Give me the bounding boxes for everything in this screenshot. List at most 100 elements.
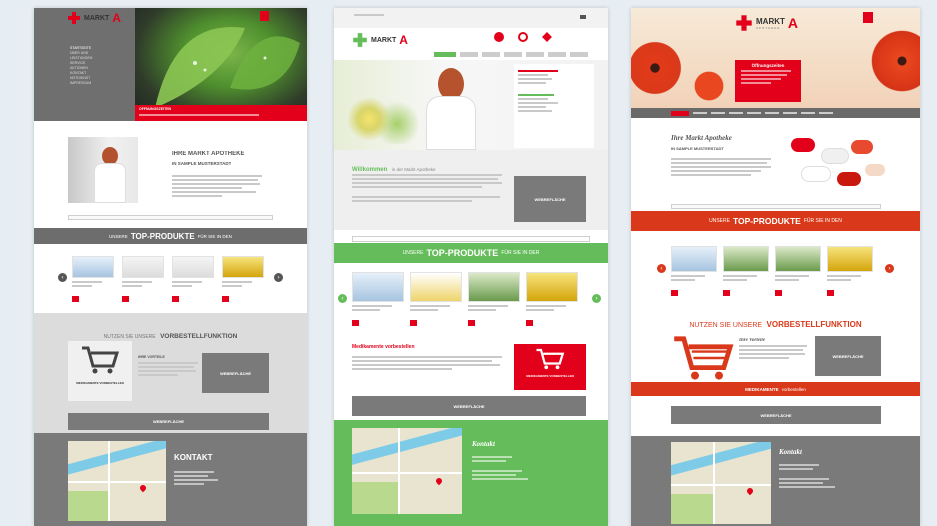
cart-icon[interactable]	[72, 296, 79, 302]
cart-icon[interactable]	[122, 296, 129, 302]
main-nav	[631, 108, 920, 118]
nav-item[interactable]	[693, 112, 707, 114]
intro-title: IHRE MARKT APOTHEKE	[172, 151, 245, 157]
nav-item-active[interactable]	[434, 52, 456, 57]
product-card[interactable]	[222, 256, 264, 307]
wide-button[interactable]: WEBREFLÄCHE	[352, 396, 586, 416]
product-card[interactable]	[723, 246, 769, 301]
cart-icon[interactable]	[827, 290, 834, 296]
next-arrow-icon[interactable]: ›	[885, 264, 894, 273]
product-card[interactable]	[526, 272, 578, 331]
cross-logo-icon	[736, 15, 752, 31]
cart-label: MEDIKAMENTE VORBESTELLEN	[76, 381, 124, 385]
nav-item[interactable]	[801, 112, 815, 114]
preorder-heading: NUTZEN SIE UNSERE VORBESTELLFUNKTION	[631, 314, 920, 332]
banner-pre: UNSERE	[709, 218, 730, 224]
map[interactable]	[671, 442, 771, 524]
cart-icon[interactable]	[468, 320, 475, 326]
cart-icon[interactable]	[222, 296, 229, 302]
intro-section: Ihre Markt Apotheke IN SAMPLE MUSTERSTAD…	[631, 118, 920, 208]
preorder-main: VORBESTELLFUNKTION	[766, 320, 862, 329]
hero-image: MARKT APOTHEKE A Öffnungszeiten	[631, 8, 920, 108]
intro-section: IHRE MARKT APOTHEKE IN SAMPLE MUSTERSTAD…	[34, 121, 307, 221]
nav-item[interactable]	[711, 112, 725, 114]
product-carousel: ‹ ›	[334, 264, 608, 340]
preorder-button[interactable]: WEBREFLÄCHE	[815, 336, 881, 376]
nav-item[interactable]	[765, 112, 779, 114]
banner-pre: UNSERE	[109, 233, 128, 239]
logo[interactable]: MARKT APOTHEKE A	[735, 14, 798, 32]
wide-button[interactable]: WEBREFLÄCHE	[671, 406, 881, 424]
nav-item[interactable]: IMPRESSUM	[70, 81, 130, 86]
nav-item[interactable]	[747, 112, 761, 114]
nav-item[interactable]	[460, 52, 478, 57]
product-card[interactable]	[671, 246, 717, 301]
cart-strip: MEDIKAMENTE vorbestellen	[631, 382, 920, 396]
preorder-button[interactable]: WEBREFLÄCHE	[202, 353, 269, 393]
nav-item[interactable]	[570, 52, 588, 57]
product-card[interactable]	[172, 256, 214, 307]
product-card[interactable]	[352, 272, 404, 331]
product-card[interactable]	[827, 246, 873, 301]
contact-heading: Kontakt	[472, 440, 495, 448]
nav-item[interactable]	[526, 52, 544, 57]
search-bar[interactable]	[671, 204, 881, 209]
logo[interactable]: MARKT A	[352, 32, 408, 48]
map[interactable]	[352, 428, 462, 514]
nav-item[interactable]	[819, 112, 833, 114]
contact-section: KONTAKT	[34, 433, 307, 526]
welcome-section: Willkommen in der Markt Apotheke WEBREFL…	[334, 150, 608, 230]
product-card[interactable]	[122, 256, 164, 307]
prev-arrow-icon[interactable]: ‹	[338, 294, 347, 303]
wide-button[interactable]: WEBREFLÄCHE	[68, 413, 269, 430]
location-pin-icon	[138, 483, 148, 493]
preorder-pre: NUTZEN SIE UNSERE	[103, 334, 156, 340]
nav-item[interactable]	[729, 112, 743, 114]
logo[interactable]: MARKT A	[67, 11, 121, 25]
logo-letter: A	[787, 15, 799, 31]
search-bar[interactable]	[352, 236, 590, 242]
product-card[interactable]	[410, 272, 462, 331]
banner-main: TOP-PRODUKTE	[732, 216, 801, 226]
banner-main: TOP-PRODUKTE	[130, 231, 195, 241]
prev-arrow-icon[interactable]: ‹	[58, 273, 67, 282]
product-card[interactable]	[468, 272, 520, 331]
preorder-pre: NUTZEN SIE UNSERE	[689, 322, 763, 329]
intro-subtitle: IN SAMPLE MUSTERSTADT	[671, 146, 724, 151]
preorder-section: NUTZEN SIE UNSERE VORBESTELLFUNKTION MED…	[34, 313, 307, 433]
cart-icon[interactable]	[671, 290, 678, 296]
heart-icon[interactable]	[542, 32, 552, 42]
logo-letter: A	[112, 11, 121, 25]
pill-icon[interactable]	[494, 32, 504, 42]
cart-icon[interactable]	[526, 320, 533, 326]
map[interactable]	[68, 441, 166, 521]
hours-box: Öffnungszeiten	[735, 60, 801, 102]
nav-item[interactable]	[504, 52, 522, 57]
nav-item-active[interactable]	[671, 110, 689, 116]
cart-label: MEDIKAMENTE VORBESTELLEN	[526, 374, 574, 378]
cart-icon[interactable]	[723, 290, 730, 296]
cart-icon[interactable]	[410, 320, 417, 326]
nav-item[interactable]	[548, 52, 566, 57]
product-card[interactable]	[775, 246, 821, 301]
next-arrow-icon[interactable]: ›	[592, 294, 601, 303]
search-icon[interactable]	[518, 32, 528, 42]
banner-main: TOP-PRODUKTE	[426, 248, 499, 258]
preorder-section: Medikamente vorbestellen MEDIKAMENTE VOR…	[334, 340, 608, 426]
cart-icon[interactable]	[775, 290, 782, 296]
nav-item[interactable]	[482, 52, 500, 57]
logo-letter: A	[399, 33, 408, 47]
nav-item[interactable]	[783, 112, 797, 114]
cart-icon[interactable]	[172, 296, 179, 302]
next-arrow-icon[interactable]: ›	[274, 273, 283, 282]
design-mockup-green: MARKT A Willkommen in der Markt Apotheke…	[334, 8, 608, 526]
cart-label: MEDIKAMENTE	[745, 386, 779, 392]
prev-arrow-icon[interactable]: ‹	[657, 264, 666, 273]
search-bar[interactable]	[68, 215, 273, 220]
cart-icon[interactable]	[352, 320, 359, 326]
pharmacist-photo	[68, 137, 138, 203]
welcome-button[interactable]: WEBREFLÄCHE	[514, 176, 586, 222]
product-card[interactable]	[72, 256, 114, 307]
settings-icon[interactable]	[580, 15, 586, 19]
cart-graphic[interactable]: MEDIKAMENTE VORBESTELLEN	[514, 344, 586, 390]
